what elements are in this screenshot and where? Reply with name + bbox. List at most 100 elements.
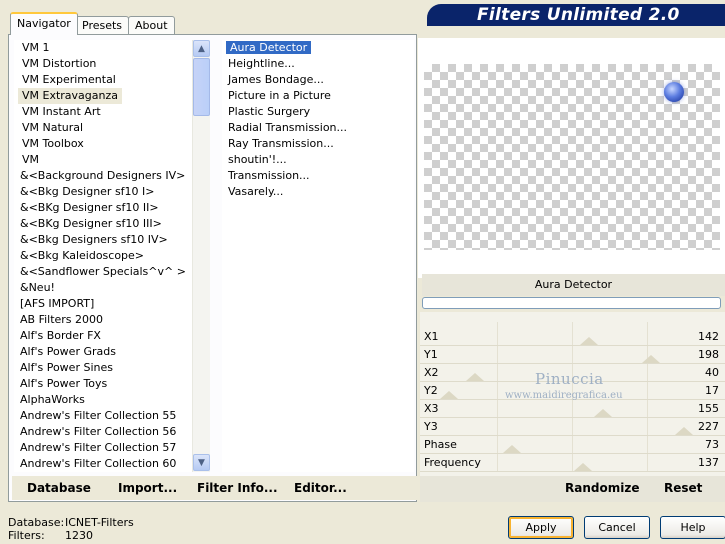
chevron-down-icon: ▼: [198, 457, 205, 468]
category-scrollbar[interactable]: ▲ ▼: [192, 40, 210, 472]
category-item[interactable]: &Neu!: [14, 280, 192, 296]
filter-item[interactable]: Vasarely...: [222, 184, 414, 200]
param-label: Y1: [424, 348, 438, 361]
slider-thumb[interactable]: [642, 355, 660, 363]
param-slider-y1[interactable]: Y1 198: [420, 346, 725, 364]
category-item[interactable]: VM Natural: [14, 120, 192, 136]
category-item[interactable]: VM Instant Art: [14, 104, 192, 120]
filter-item[interactable]: Aura Detector: [222, 40, 414, 56]
category-item[interactable]: Andrew's Filter Collection 56: [14, 424, 192, 440]
filter-item[interactable]: Ray Transmission...: [222, 136, 414, 152]
slider-thumb[interactable]: [503, 445, 521, 453]
navigator-toolbar: Database Import... Filter Info... Editor…: [12, 476, 417, 500]
category-item[interactable]: Alf's Border FX: [14, 328, 192, 344]
slider-thumb[interactable]: [675, 427, 693, 435]
slider-thumb[interactable]: [574, 463, 592, 471]
param-value: 40: [705, 366, 719, 379]
slider-thumb[interactable]: [594, 409, 612, 417]
reset-button[interactable]: Reset: [664, 481, 702, 495]
filter-item-label: Transmission...: [228, 169, 310, 182]
slider-thumb[interactable]: [466, 373, 484, 381]
filter-item-label: Aura Detector: [226, 41, 312, 54]
category-item[interactable]: VM Experimental: [14, 72, 192, 88]
category-item[interactable]: &<Bkg Designers sf10 IV>: [14, 232, 192, 248]
filter-item-label: Plastic Surgery: [228, 105, 311, 118]
category-item[interactable]: &<BKg Designer sf10 II>: [14, 200, 192, 216]
scroll-down-button[interactable]: ▼: [193, 454, 210, 471]
progress-bar: [422, 297, 721, 309]
help-button[interactable]: Help: [660, 516, 725, 539]
category-list[interactable]: VM 1 VM Distortion VM Experimental VM Extra…: [14, 40, 192, 472]
filter-item-label: James Bondage...: [228, 73, 324, 86]
watermark-site: www.maidiregrafica.eu: [505, 390, 623, 401]
slider-thumb[interactable]: [580, 337, 598, 345]
watermark-name: Pinuccia: [535, 370, 604, 388]
import-button[interactable]: Import...: [118, 481, 177, 495]
param-value: 142: [698, 330, 719, 343]
filter-item[interactable]: Picture in a Picture: [222, 88, 414, 104]
category-item[interactable]: AlphaWorks: [14, 392, 192, 408]
tab-navigator[interactable]: Navigator: [10, 12, 78, 35]
category-item[interactable]: VM Toolbox: [14, 136, 192, 152]
filter-item-label: Heightline...: [228, 57, 295, 70]
app-banner: Filters Unlimited 2.0: [427, 4, 725, 26]
category-item[interactable]: Andrew's Filter Collection 55: [14, 408, 192, 424]
filter-item[interactable]: Transmission...: [222, 168, 414, 184]
filter-info-button[interactable]: Filter Info...: [197, 481, 278, 495]
category-item[interactable]: Alf's Power Grads: [14, 344, 192, 360]
filter-item-label: Picture in a Picture: [228, 89, 331, 102]
category-item[interactable]: &<Bkg Kaleidoscope>: [14, 248, 192, 264]
tab-about[interactable]: About: [128, 16, 175, 34]
category-item[interactable]: &<BKg Designer sf10 III>: [14, 216, 192, 232]
scroll-thumb[interactable]: [193, 58, 210, 116]
randomize-button[interactable]: Randomize: [565, 481, 639, 495]
database-button[interactable]: Database: [27, 481, 91, 495]
category-item[interactable]: VM 1: [14, 40, 192, 56]
filter-item-label: Ray Transmission...: [228, 137, 334, 150]
category-item[interactable]: &<Bkg Designer sf10 I>: [14, 184, 192, 200]
param-label: Frequency: [424, 456, 481, 469]
status-filters: Filters: 1230: [8, 529, 93, 542]
filter-item[interactable]: shoutin'!...: [222, 152, 414, 168]
category-item[interactable]: Andrew's Filter Collection 60: [14, 456, 192, 472]
chevron-up-icon: ▲: [198, 43, 205, 54]
tab-presets[interactable]: Presets: [75, 16, 130, 34]
param-slider-phase[interactable]: Phase 73: [420, 436, 725, 454]
category-item[interactable]: &<Sandflower Specials^v^ >: [14, 264, 192, 280]
status-value: 1230: [65, 529, 93, 542]
apply-button[interactable]: Apply: [508, 516, 574, 539]
param-slider-x1[interactable]: X1 142: [420, 328, 725, 346]
param-value: 17: [705, 384, 719, 397]
param-value: 227: [698, 420, 719, 433]
param-slider-y3[interactable]: Y3 227: [420, 418, 725, 436]
slider-thumb[interactable]: [440, 391, 458, 399]
filter-item[interactable]: Plastic Surgery: [222, 104, 414, 120]
category-item[interactable]: Alf's Power Sines: [14, 360, 192, 376]
param-value: 198: [698, 348, 719, 361]
category-item[interactable]: Alf's Power Toys: [14, 376, 192, 392]
param-label: Y2: [424, 384, 438, 397]
filter-item[interactable]: Heightline...: [222, 56, 414, 72]
category-item[interactable]: [AFS IMPORT]: [14, 296, 192, 312]
category-item[interactable]: VM: [14, 152, 192, 168]
category-item[interactable]: AB Filters 2000: [14, 312, 192, 328]
category-item[interactable]: VM Distortion: [14, 56, 192, 72]
filter-item[interactable]: James Bondage...: [222, 72, 414, 88]
category-item[interactable]: &<Background Designers IV>: [14, 168, 192, 184]
scroll-up-button[interactable]: ▲: [193, 40, 210, 57]
filter-item-label: shoutin'!...: [228, 153, 287, 166]
parameters-toolbar: Randomize Reset: [420, 476, 725, 502]
category-item[interactable]: VM Extravaganza: [18, 88, 123, 104]
filter-item[interactable]: Radial Transmission...: [222, 120, 414, 136]
current-filter-name: Aura Detector: [422, 274, 725, 296]
filter-item-label: Vasarely...: [228, 185, 284, 198]
param-slider-x3[interactable]: X3 155: [420, 400, 725, 418]
tab-label: Presets: [82, 19, 123, 32]
editor-button[interactable]: Editor...: [294, 481, 347, 495]
category-item[interactable]: Andrew's Filter Collection 57: [14, 440, 192, 456]
cancel-button[interactable]: Cancel: [584, 516, 650, 539]
preview-area[interactable]: [424, 64, 720, 250]
param-slider-frequency[interactable]: Frequency 137: [420, 454, 725, 472]
filter-list[interactable]: Aura Detector Heightline... James Bondage.…: [222, 40, 414, 472]
tab-label: About: [135, 19, 168, 32]
